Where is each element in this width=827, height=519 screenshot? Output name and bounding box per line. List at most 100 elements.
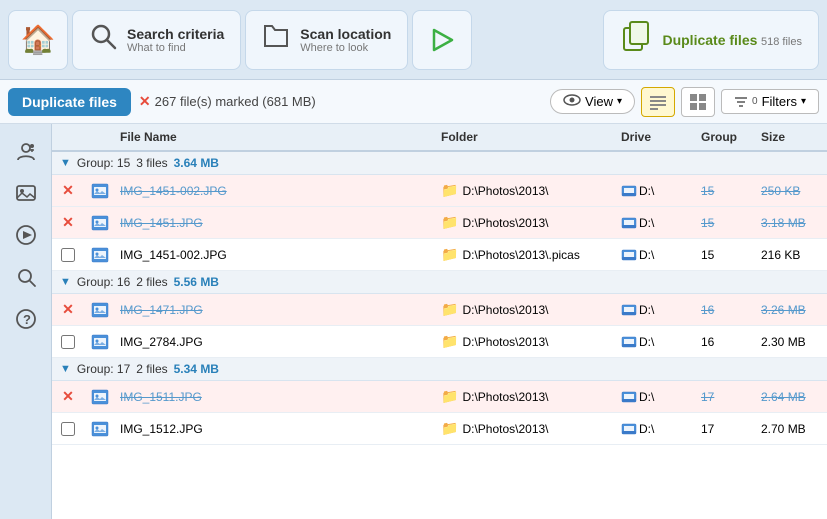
image-file-icon bbox=[91, 420, 109, 438]
drive-icon bbox=[621, 303, 637, 317]
row-mark-6[interactable]: ✕ bbox=[52, 388, 84, 405]
duplicate-files-toolbar-icon bbox=[620, 20, 652, 59]
sidebar-item-images[interactable] bbox=[7, 174, 45, 212]
row-checkbox[interactable] bbox=[61, 248, 75, 262]
drive-icon bbox=[621, 216, 637, 230]
marked-info: ✕ 267 file(s) marked (681 MB) bbox=[139, 93, 316, 110]
scan-location-label: Scan location bbox=[300, 26, 391, 42]
group-16-count: 2 files bbox=[136, 275, 167, 289]
filters-chevron-icon: ▾ bbox=[801, 96, 806, 107]
col-header-drive: Drive bbox=[617, 130, 697, 144]
duplicate-files-toolbar-item: Duplicate files 518 files bbox=[603, 10, 819, 70]
size-cell: 2.30 MB bbox=[757, 335, 827, 349]
filters-label: Filters bbox=[762, 94, 797, 109]
row-checkbox[interactable] bbox=[61, 335, 75, 349]
filename-cell: IMG_1512.JPG bbox=[116, 422, 437, 436]
row-mark-1[interactable]: ✕ bbox=[52, 182, 84, 199]
drive-icon bbox=[621, 335, 637, 349]
table-header: File Name Folder Drive Group Size bbox=[52, 124, 827, 152]
group-15-count: 3 files bbox=[136, 156, 167, 170]
filename-cell: IMG_1451-002.JPG bbox=[116, 248, 437, 262]
search-criteria-button[interactable]: Search criteria What to find bbox=[72, 10, 241, 70]
row-mark-7[interactable] bbox=[52, 422, 84, 436]
folder-cell: 📁 D:\Photos\2013\ bbox=[437, 420, 617, 437]
drive-icon bbox=[621, 390, 637, 404]
size-cell: 2.70 MB bbox=[757, 422, 827, 436]
group-16-chevron[interactable]: ▼ bbox=[60, 276, 71, 288]
group-cell: 17 bbox=[697, 422, 757, 436]
filename-cell: IMG_1471.JPG bbox=[116, 303, 437, 317]
table-row: ✕ IMG_1511.JPG 📁 D:\Photos\2013\ D:\ 17 bbox=[52, 381, 827, 413]
group-cell: 15 bbox=[697, 248, 757, 262]
drive-cell: D:\ bbox=[617, 335, 697, 349]
drive-cell: D:\ bbox=[617, 216, 697, 230]
view-chevron-icon: ▾ bbox=[617, 96, 622, 107]
col-header-check2 bbox=[84, 130, 116, 144]
group-17-chevron[interactable]: ▼ bbox=[60, 363, 71, 375]
row-mark-5[interactable] bbox=[52, 335, 84, 349]
col-header-filename: File Name bbox=[116, 130, 437, 144]
sidebar-item-video[interactable] bbox=[7, 216, 45, 254]
sidebar-item-search[interactable] bbox=[7, 258, 45, 296]
image-file-icon bbox=[91, 301, 109, 319]
action-bar-right: View ▾ 0 Fi bbox=[550, 87, 819, 117]
list-icon bbox=[650, 94, 666, 110]
list-view-button[interactable] bbox=[641, 87, 675, 117]
drive-icon bbox=[621, 248, 637, 262]
toolbar: 🏠 Search criteria What to find Scan loca… bbox=[0, 0, 827, 80]
row-mark-4[interactable]: ✕ bbox=[52, 301, 84, 318]
grid-view-button[interactable] bbox=[681, 87, 715, 117]
row-checkbox[interactable] bbox=[61, 422, 75, 436]
group-row: ▼ Group: 16 2 files 5.56 MB bbox=[52, 271, 827, 294]
table-row: ✕ IMG_1471.JPG 📁 D:\Photos\2013\ D:\ 16 bbox=[52, 294, 827, 326]
search-criteria-label: Search criteria bbox=[127, 26, 224, 42]
row-icon-6 bbox=[84, 388, 116, 406]
search-criteria-icon bbox=[89, 22, 117, 57]
view-button[interactable]: View ▾ bbox=[550, 89, 635, 114]
folder-icon: 📁 bbox=[441, 333, 458, 350]
group-cell: 17 bbox=[697, 390, 757, 404]
row-mark-2[interactable]: ✕ bbox=[52, 214, 84, 231]
group-16-label: Group: 16 bbox=[77, 275, 130, 289]
folder-icon: 📁 bbox=[441, 214, 458, 231]
row-icon-2 bbox=[84, 214, 116, 232]
x-mark-icon[interactable]: ✕ bbox=[62, 388, 74, 405]
filters-button[interactable]: 0 Filters ▾ bbox=[721, 89, 819, 114]
folder-cell: 📁 D:\Photos\2013\.picas bbox=[437, 246, 617, 263]
eye-icon bbox=[563, 94, 581, 109]
scan-location-sublabel: Where to look bbox=[300, 42, 391, 54]
row-mark-3[interactable] bbox=[52, 248, 84, 262]
marked-x-icon: ✕ bbox=[139, 93, 151, 110]
sidebar: ? bbox=[0, 124, 52, 519]
image-file-icon bbox=[91, 214, 109, 232]
search-criteria-sublabel: What to find bbox=[127, 42, 224, 54]
folder-icon: 📁 bbox=[441, 246, 458, 263]
row-icon-4 bbox=[84, 301, 116, 319]
image-file-icon bbox=[91, 182, 109, 200]
x-mark-icon[interactable]: ✕ bbox=[62, 182, 74, 199]
image-file-icon bbox=[91, 388, 109, 406]
home-button[interactable]: 🏠 bbox=[8, 10, 68, 70]
group-row: ▼ Group: 15 3 files 3.64 MB bbox=[52, 152, 827, 175]
x-mark-icon[interactable]: ✕ bbox=[62, 214, 74, 231]
drive-cell: D:\ bbox=[617, 390, 697, 404]
group-cell: 15 bbox=[697, 216, 757, 230]
filter-icon bbox=[734, 95, 748, 109]
size-cell: 3.26 MB bbox=[757, 303, 827, 317]
scan-location-button[interactable]: Scan location Where to look bbox=[245, 10, 408, 70]
group-15-chevron[interactable]: ▼ bbox=[60, 157, 71, 169]
sidebar-item-help[interactable]: ? bbox=[7, 300, 45, 338]
group-15-size: 3.64 MB bbox=[174, 156, 219, 170]
group-row: ▼ Group: 17 2 files 5.34 MB bbox=[52, 358, 827, 381]
svg-text:?: ? bbox=[23, 312, 31, 327]
play-button[interactable] bbox=[412, 10, 472, 70]
table-row: IMG_1451-002.JPG 📁 D:\Photos\2013\.picas… bbox=[52, 239, 827, 271]
folder-cell: 📁 D:\Photos\2013\ bbox=[437, 214, 617, 231]
duplicate-files-button[interactable]: Duplicate files bbox=[8, 88, 131, 116]
sidebar-item-users[interactable] bbox=[7, 132, 45, 170]
play-icon bbox=[428, 26, 456, 54]
x-mark-icon[interactable]: ✕ bbox=[62, 301, 74, 318]
size-cell: 250 KB bbox=[757, 184, 827, 198]
table-row: ✕ IMG_1451.JPG 📁 D:\Photos\2013\ D:\ 15 bbox=[52, 207, 827, 239]
row-icon-5 bbox=[84, 333, 116, 351]
